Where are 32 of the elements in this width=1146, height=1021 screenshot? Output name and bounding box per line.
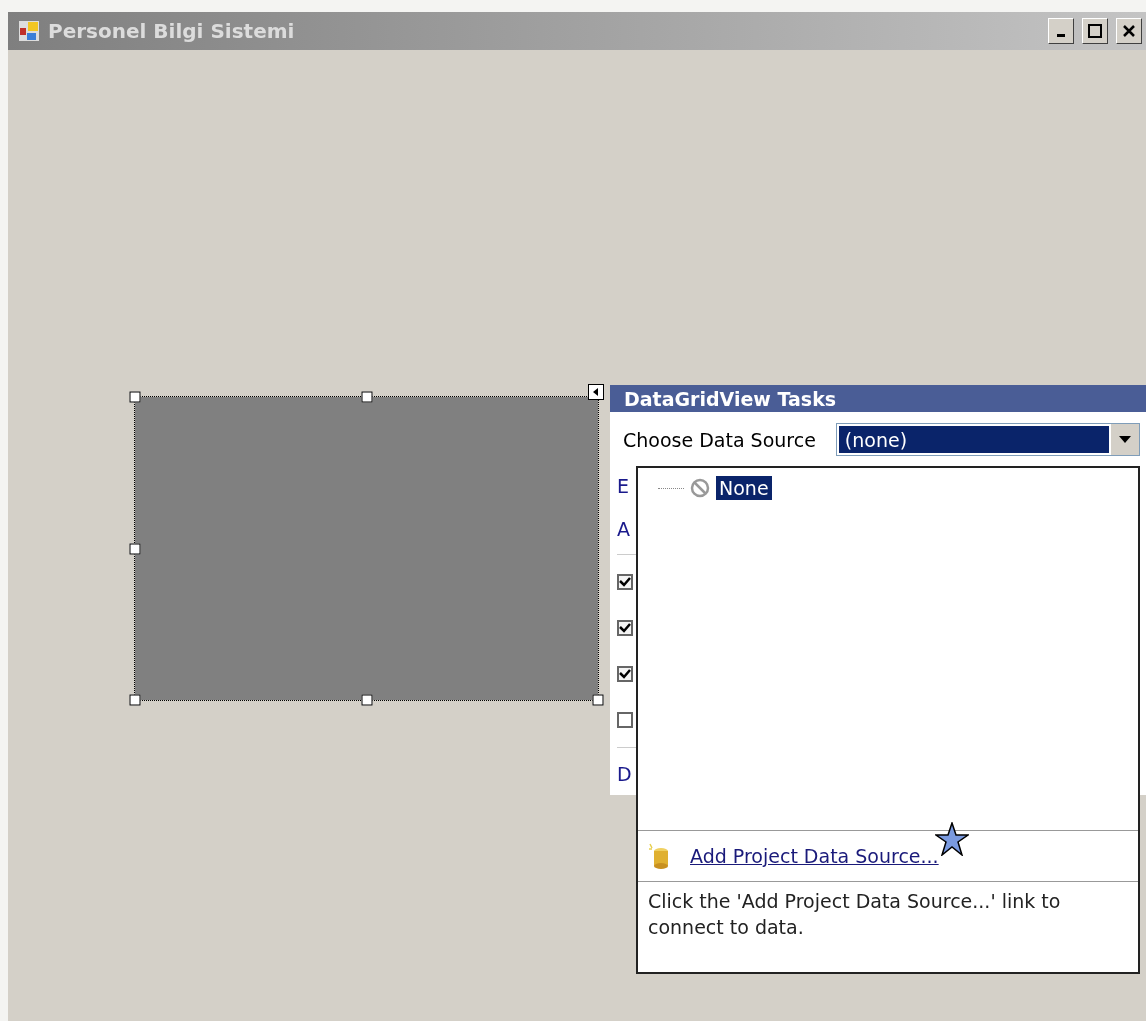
resize-handle[interactable]	[361, 694, 372, 706]
minimize-button[interactable]	[1048, 18, 1074, 44]
maximize-button[interactable]	[1082, 18, 1108, 44]
task-link[interactable]: A	[617, 507, 630, 550]
help-text: Click the 'Add Project Data Source...' link to connect to data.	[647, 889, 1062, 940]
app-icon	[18, 20, 40, 42]
window-title: Personel Bilgi Sistemi	[48, 19, 296, 43]
no-symbol-icon	[690, 478, 710, 498]
resize-handle[interactable]	[129, 391, 141, 403]
close-button[interactable]	[1116, 18, 1142, 44]
add-data-source-link[interactable]: Add Project Data Source...	[690, 845, 939, 867]
minimize-icon	[1057, 34, 1065, 37]
resize-handle[interactable]	[129, 694, 141, 706]
maximize-icon	[1088, 24, 1102, 38]
field-label: Choose Data Source	[623, 428, 816, 451]
task-link[interactable]: E	[617, 464, 629, 507]
resize-handle[interactable]	[592, 694, 604, 706]
task-link[interactable]: D	[617, 752, 632, 795]
close-icon	[1122, 24, 1136, 38]
resize-handle[interactable]	[129, 543, 141, 554]
panel-header: DataGridView Tasks	[610, 385, 1146, 412]
checkbox[interactable]	[617, 620, 633, 636]
checkbox[interactable]	[617, 712, 633, 728]
checkbox[interactable]	[617, 666, 633, 682]
database-icon	[648, 843, 670, 869]
resize-handle[interactable]	[361, 391, 372, 403]
star-icon	[935, 822, 969, 856]
tree-item[interactable]: None	[716, 476, 772, 500]
caret-icon	[1119, 435, 1131, 444]
smart-tag-icon[interactable]	[588, 384, 604, 400]
data-source-dropdown[interactable]: (none)	[835, 423, 1140, 456]
checkbox[interactable]	[617, 574, 633, 590]
